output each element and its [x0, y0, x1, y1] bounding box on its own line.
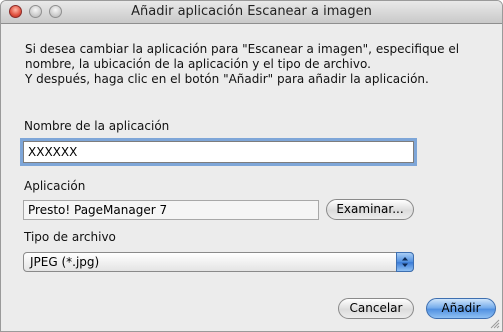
application-path-field: Presto! PageManager 7 [23, 200, 319, 220]
instructions-line-3: Y después, haga clic en el botón "Añadir… [25, 72, 429, 86]
file-type-selected-value: JPEG (*.jpg) [30, 255, 100, 269]
browse-button[interactable]: Examinar... [326, 199, 414, 220]
instructions-line-2: nombre, la ubicación de la aplicación y … [25, 57, 371, 71]
application-label: Aplicación [24, 179, 86, 193]
app-name-input[interactable]: XXXXXX [23, 141, 414, 163]
file-type-select[interactable]: JPEG (*.jpg) [23, 252, 414, 272]
instructions-line-1: Si desea cambiar la aplicación para "Esc… [25, 42, 460, 56]
app-name-label: Nombre de la aplicación [24, 119, 170, 133]
dialog-window: Añadir aplicación Escanear a imagen Si d… [0, 0, 503, 332]
window-title: Añadir aplicación Escanear a imagen [131, 4, 372, 19]
instructions-text: Si desea cambiar la aplicación para "Esc… [25, 42, 485, 87]
resize-grip-icon[interactable] [489, 318, 500, 329]
cancel-button[interactable]: Cancelar [338, 298, 414, 319]
file-type-label: Tipo de archivo [24, 230, 116, 244]
select-arrows-icon [396, 252, 414, 272]
add-button[interactable]: Añadir [426, 298, 496, 319]
title-bar: Añadir aplicación Escanear a imagen [1, 1, 502, 24]
